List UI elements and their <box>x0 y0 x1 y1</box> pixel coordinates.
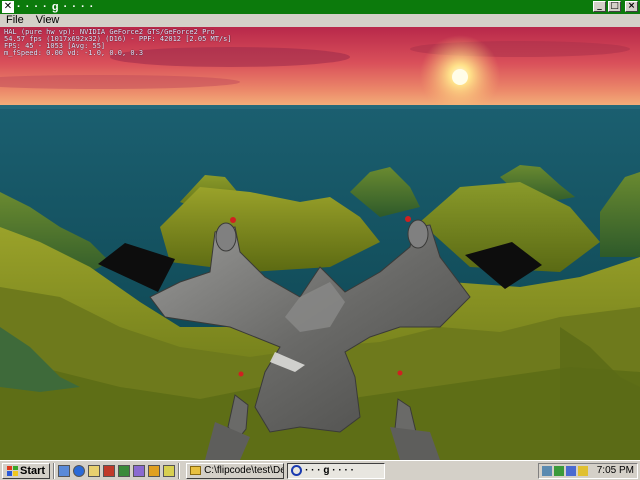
terrain-scene <box>0 27 640 460</box>
folder-icon <box>190 466 202 475</box>
app4-icon[interactable] <box>163 464 176 477</box>
app-icon[interactable] <box>103 464 116 477</box>
system-tray: 7:05 PM <box>538 463 638 479</box>
title-bar: ✕ · · · · g · · · · _ □ × <box>0 0 640 14</box>
close-button[interactable]: × <box>625 1 638 12</box>
app-x-icon[interactable]: ✕ <box>2 1 14 13</box>
window-title: · · · · g · · · · <box>17 1 95 13</box>
desktop-icon[interactable] <box>58 464 71 477</box>
start-label: Start <box>20 464 46 477</box>
outlook-icon[interactable] <box>88 464 101 477</box>
ie-icon[interactable] <box>73 464 86 477</box>
windows-flag-icon <box>7 465 18 476</box>
menu-view[interactable]: View <box>30 14 66 27</box>
taskbar: Start C:\flipcode\test\DevVis... · · · g… <box>0 460 640 480</box>
directx-icon <box>291 465 303 476</box>
task-explorer[interactable]: C:\flipcode\test\DevVis... <box>186 462 285 479</box>
start-button[interactable]: Start <box>2 462 51 479</box>
debug-overlay: HAL (pure hw vp): NVIDIA GeForce2 GTS/Ge… <box>4 29 232 57</box>
app3-icon[interactable] <box>148 464 161 477</box>
3d-viewport[interactable] <box>0 27 640 460</box>
taskbar-separator <box>178 462 181 479</box>
taskbar-separator <box>53 462 56 479</box>
maximize-button[interactable]: □ <box>608 1 621 12</box>
window-controls: _ □ × <box>593 1 638 12</box>
volume-icon[interactable] <box>542 466 552 476</box>
menu-bar: File View <box>0 14 640 27</box>
menu-file[interactable]: File <box>0 14 30 27</box>
monitor-icon[interactable] <box>566 466 576 476</box>
quick-launch <box>58 464 176 477</box>
minimize-button[interactable]: _ <box>593 1 606 12</box>
media-icon[interactable] <box>118 464 131 477</box>
task-explorer-label: C:\flipcode\test\DevVis... <box>204 464 285 476</box>
speaker-icon[interactable] <box>578 466 588 476</box>
task-3d-app-label: · · · g · · · · <box>305 464 354 476</box>
network-icon[interactable] <box>554 466 564 476</box>
task-3d-app[interactable]: · · · g · · · · <box>287 462 386 479</box>
clock[interactable]: 7:05 PM <box>597 464 634 478</box>
hud-line-speed: m_fSpeed: 0.00 vd: -1.0, 0.0, 0.3 <box>4 49 144 57</box>
app2-icon[interactable] <box>133 464 146 477</box>
